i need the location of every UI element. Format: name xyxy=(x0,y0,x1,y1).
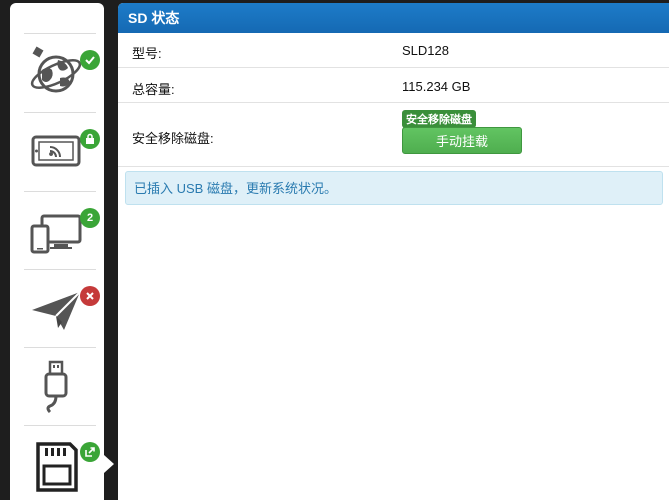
usb-icon xyxy=(28,358,84,414)
close-icon xyxy=(86,292,94,300)
eject-label: 安全移除磁盘: xyxy=(132,131,214,146)
paper-plane-icon xyxy=(28,280,84,336)
sidebar: 2 xyxy=(10,3,104,500)
check-icon xyxy=(85,56,95,65)
sidebar-item-messaging[interactable] xyxy=(24,269,100,348)
eject-status-tag: 安全移除磁盘 xyxy=(402,110,476,128)
tablet-wifi-icon xyxy=(28,123,84,179)
eject-row: 安全移除磁盘: 安全移除磁盘 手动挂载 xyxy=(118,103,669,167)
model-label: 型号: xyxy=(132,46,162,61)
sd-status-panel: SD 状态 型号: SLD128 总容量: 115.234 GB 安全移除磁盘:… xyxy=(118,3,669,500)
manual-mount-button[interactable]: 手动挂载 xyxy=(402,127,522,154)
lock-icon xyxy=(86,133,94,144)
export-icon xyxy=(85,447,95,457)
model-value: SLD128 xyxy=(402,43,449,58)
status-badge-ok xyxy=(80,50,100,70)
sd-card-icon xyxy=(28,436,84,492)
sidebar-item-sd-card[interactable] xyxy=(24,425,100,500)
model-row: 型号: SLD128 xyxy=(118,33,669,68)
devices-icon xyxy=(28,202,84,258)
sidebar-item-internet[interactable] xyxy=(24,33,100,112)
sidebar-item-devices[interactable]: 2 xyxy=(24,191,100,270)
device-count-badge: 2 xyxy=(80,208,100,228)
info-alert: 已插入 USB 磁盘，更新系统状况。 xyxy=(125,171,663,205)
lock-badge xyxy=(80,129,100,149)
error-badge xyxy=(80,286,100,306)
globe-satellite-icon xyxy=(28,44,84,100)
selected-indicator xyxy=(104,455,114,473)
sidebar-item-usb[interactable] xyxy=(24,347,96,426)
export-badge xyxy=(80,442,100,462)
capacity-value: 115.234 GB xyxy=(402,79,471,94)
sidebar-item-wireless[interactable] xyxy=(24,112,100,191)
panel-title: SD 状态 xyxy=(118,3,669,33)
capacity-row: 总容量: 115.234 GB xyxy=(118,68,669,103)
app-window: 2 SD 状态 型号: SLD128 总容量: 115.234 GB 安全移除磁… xyxy=(0,0,669,500)
capacity-label: 总容量: xyxy=(132,82,175,97)
